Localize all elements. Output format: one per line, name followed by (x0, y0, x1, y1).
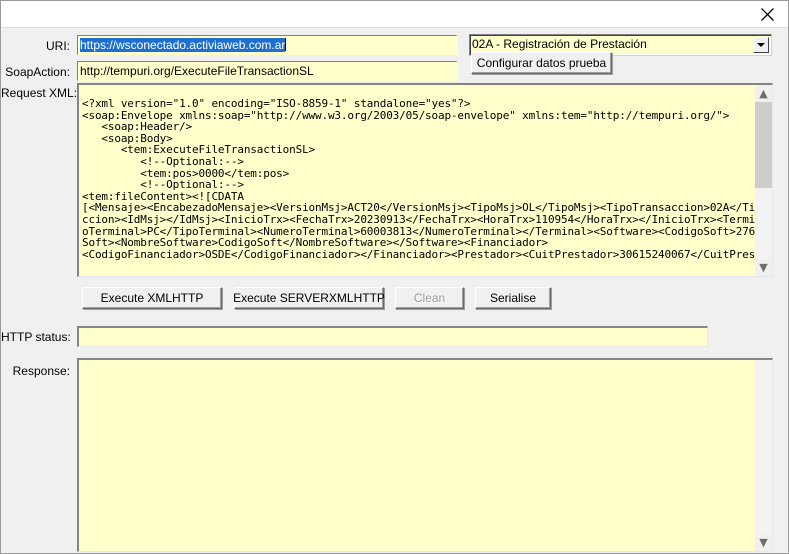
request-xml-scrollbar[interactable]: ▲ ▼ (755, 85, 772, 276)
execute-serverxmlhttp-button[interactable]: Execute SERVERXMLHTTP (233, 287, 385, 309)
scroll-up-button[interactable]: ▲ (755, 85, 772, 102)
http-status-value (79, 328, 701, 346)
close-icon (761, 7, 774, 21)
chevron-up-icon: ▲ (759, 87, 768, 100)
scrollbar-track[interactable] (755, 102, 772, 259)
request-xml-content: <?xml version="1.0" encoding="ISO-8859-1… (82, 97, 773, 261)
response-scrollbar-track[interactable] (755, 360, 772, 534)
close-button[interactable] (745, 1, 788, 27)
chevron-down-icon (757, 43, 765, 47)
response-label: Response: (12, 364, 70, 378)
uri-input-value: https://wsconectado.activiaweb.com.ar (80, 38, 286, 52)
serialise-button[interactable]: Serialise (475, 287, 551, 309)
response-scroll-down-button[interactable]: ▼ (755, 534, 772, 551)
soapaction-input[interactable]: http://tempuri.org/ExecuteFileTransactio… (77, 61, 458, 81)
request-xml-label: Request XML: (1, 86, 78, 100)
text-caret (285, 38, 287, 51)
request-xml-textarea[interactable]: <?xml version="1.0" encoding="ISO-8859-1… (77, 83, 773, 277)
clean-button[interactable]: Clean (395, 287, 464, 309)
scrollbar-thumb[interactable] (755, 102, 772, 188)
chevron-down-icon: ▼ (759, 261, 768, 274)
uri-label: URI: (46, 39, 70, 53)
client-area: URI: https://wsconectado.activiaweb.com.… (1, 28, 788, 553)
transaction-type-value: 02A - Registración de Prestación (472, 37, 647, 51)
response-textarea[interactable]: ▼ (77, 358, 773, 552)
uri-input[interactable]: https://wsconectado.activiaweb.com.ar (77, 35, 458, 55)
http-status-label: HTTP status: (1, 330, 71, 344)
chevron-down-icon: ▼ (759, 536, 768, 549)
combo-dropdown-button[interactable] (753, 37, 769, 53)
scroll-down-button[interactable]: ▼ (755, 259, 772, 276)
soapaction-label: SoapAction: (5, 65, 70, 79)
soapaction-input-value: http://tempuri.org/ExecuteFileTransactio… (78, 62, 458, 81)
http-status-field[interactable] (77, 326, 708, 347)
soap-test-window: URI: https://wsconectado.activiaweb.com.… (0, 0, 789, 554)
response-scrollbar[interactable]: ▼ (755, 360, 772, 551)
execute-xmlhttp-button[interactable]: Execute XMLHTTP (82, 287, 222, 309)
title-bar (1, 1, 788, 28)
configurar-datos-prueba-button[interactable]: Configurar datos prueba (471, 52, 612, 74)
